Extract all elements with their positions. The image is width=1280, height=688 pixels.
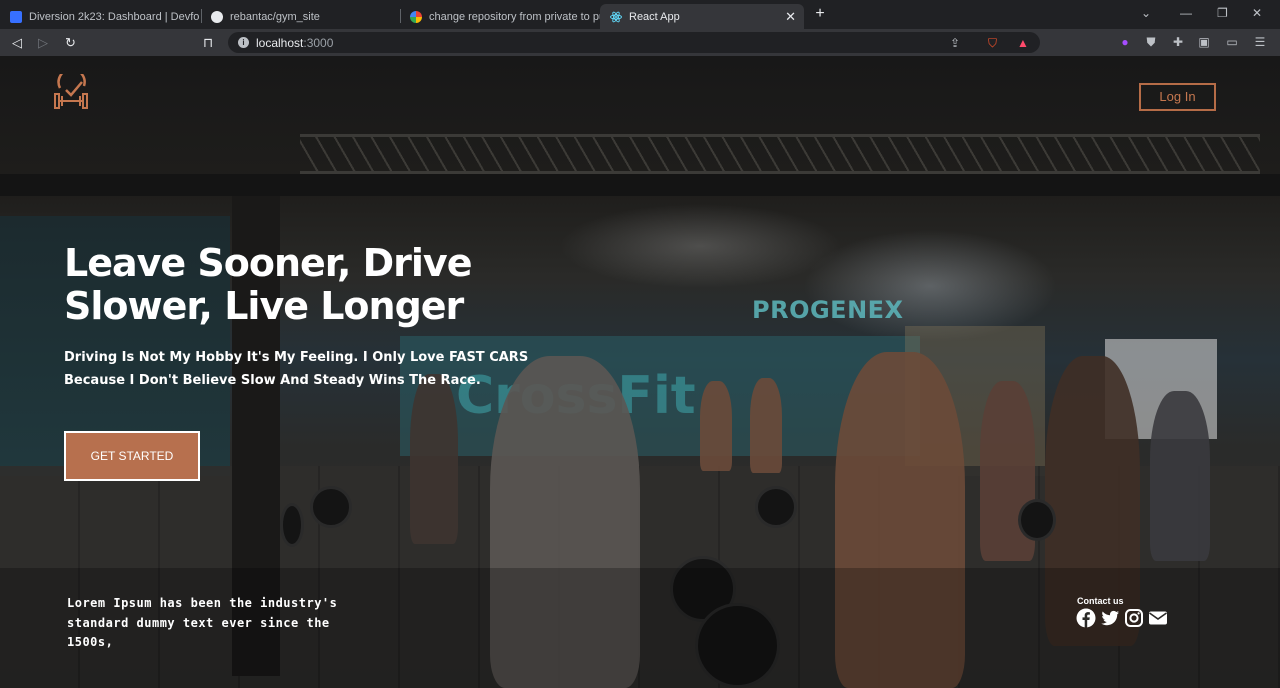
athlete-figure <box>1150 391 1210 561</box>
brave-rewards-icon[interactable]: ▲ <box>1017 36 1029 50</box>
tab-devfolio[interactable]: Diversion 2k23: Dashboard | Devfolio <box>0 4 200 29</box>
twitter-icon[interactable] <box>1100 608 1120 628</box>
tab-search-icon[interactable]: ⌄ <box>1141 6 1151 20</box>
hero-title: Leave Sooner, Drive Slower, Live Longer <box>64 241 472 328</box>
browser-toolbar: ◁ ▷ ↻ ⊓ i localhost:3000 ⇪ ⛉ ▲ ● ⛊ ✚ ▣ ▭… <box>0 29 1280 56</box>
devfolio-favicon-icon <box>10 10 22 23</box>
tab-title: rebantac/gym_site <box>230 10 320 23</box>
tab-github[interactable]: rebantac/gym_site <box>201 4 399 29</box>
hero-subtitle: Driving Is Not My Hobby It's My Feeling.… <box>64 350 529 388</box>
athlete-figure <box>700 381 732 471</box>
tab-react-app[interactable]: React App ✕ <box>600 4 804 29</box>
url-port: :3000 <box>303 36 334 50</box>
page-viewport: PROGENEX CrossFit Log In Leave Sooner, D… <box>0 56 1280 688</box>
roof-beam <box>0 174 1280 196</box>
contact-label: Contact us <box>1077 596 1124 606</box>
maximize-icon[interactable]: ❐ <box>1217 6 1228 20</box>
back-icon[interactable]: ◁ <box>12 35 22 50</box>
tab-google-search[interactable]: change repository from private to pub <box>400 4 600 29</box>
url-text: localhost:3000 <box>256 36 333 50</box>
footer-description: Lorem Ipsum has been the industry's stan… <box>67 596 338 649</box>
extensions-puzzle-icon[interactable]: ✚ <box>1170 34 1186 50</box>
tab-title: Diversion 2k23: Dashboard | Devfolio <box>29 10 200 23</box>
bookmark-icon[interactable]: ⊓ <box>203 35 213 50</box>
google-favicon-icon <box>410 10 422 23</box>
address-bar[interactable]: i localhost:3000 ⇪ ⛉ ▲ <box>228 32 1040 53</box>
weight-plate <box>280 503 304 547</box>
sidebar-icon[interactable]: ▣ <box>1196 34 1212 50</box>
brave-shield-icon[interactable]: ⛉ <box>988 36 997 51</box>
reload-icon[interactable]: ↻ <box>65 35 76 50</box>
tab-title: React App <box>629 10 680 23</box>
minimize-icon[interactable]: — <box>1180 6 1192 20</box>
weight-plate <box>755 486 797 528</box>
url-host: localhost <box>256 36 304 50</box>
social-links <box>1076 608 1168 628</box>
github-favicon-icon <box>211 10 223 23</box>
browser-tab-strip: Diversion 2k23: Dashboard | Devfolio reb… <box>0 0 1280 29</box>
new-tab-button[interactable]: + <box>812 5 828 23</box>
roof-truss <box>300 134 1260 174</box>
menu-icon[interactable]: ☰ <box>1252 34 1268 50</box>
forward-icon[interactable]: ▷ <box>38 35 48 50</box>
tab-title: change repository from private to pub <box>429 10 600 23</box>
weight-plate <box>1018 499 1056 541</box>
athlete-figure <box>750 378 782 473</box>
close-icon[interactable]: ✕ <box>785 9 796 25</box>
share-icon[interactable]: ⇪ <box>950 36 960 50</box>
instagram-icon[interactable] <box>1124 608 1144 628</box>
vpn-extension-icon[interactable]: ● <box>1117 34 1133 50</box>
mail-icon[interactable] <box>1148 608 1168 628</box>
window-close-icon[interactable]: ✕ <box>1252 6 1262 20</box>
login-button[interactable]: Log In <box>1139 83 1216 111</box>
facebook-icon[interactable] <box>1076 608 1096 628</box>
site-info-icon[interactable]: i <box>238 37 249 48</box>
wallet-icon[interactable]: ▭ <box>1224 34 1240 50</box>
athlete-figure <box>410 374 458 544</box>
gym-sign-text: PROGENEX <box>752 296 904 324</box>
shield-extension-icon[interactable]: ⛊ <box>1143 34 1159 50</box>
dumbbell-check-logo-icon[interactable] <box>52 74 90 112</box>
weight-plate <box>310 486 352 528</box>
react-favicon-icon <box>610 11 622 22</box>
get-started-button[interactable]: GET STARTED <box>64 431 200 481</box>
